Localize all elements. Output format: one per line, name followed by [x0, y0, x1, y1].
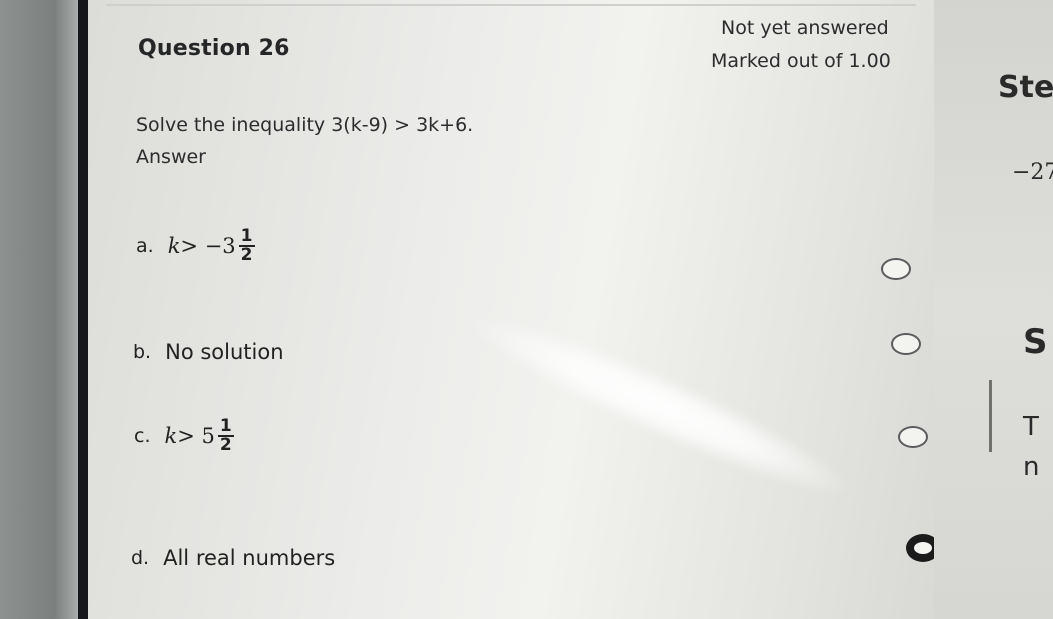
option-d[interactable]: d. All real numbers [131, 546, 335, 570]
option-b-radio[interactable] [891, 333, 921, 355]
question-card: Question 26 Not yet answered Marked out … [88, 0, 940, 619]
option-math: k > −3 1 2 [168, 228, 255, 264]
side-divider [989, 380, 992, 452]
option-b[interactable]: b. No solution [133, 340, 284, 364]
screen: Question 26 Not yet answered Marked out … [88, 0, 1053, 619]
question-status: Not yet answered [721, 17, 889, 39]
math-variable: k [164, 424, 178, 448]
option-math: k > 5 1 2 [165, 418, 234, 454]
option-letter: b. [133, 341, 152, 363]
option-text: All real numbers [163, 546, 336, 570]
card-top-divider [106, 4, 916, 6]
side-fragment-s: S [1023, 322, 1048, 362]
side-heading-fragment: Ste [998, 70, 1053, 105]
math-fraction: 1 2 [217, 418, 234, 455]
question-prompt: Solve the inequality 3(k-9) > 3k+6. [136, 114, 474, 136]
option-a-radio[interactable] [881, 258, 911, 280]
device-bezel [0, 0, 78, 619]
option-a[interactable]: a. k > −3 1 2 [136, 228, 255, 264]
side-value-fragment: −27 [1012, 160, 1053, 185]
option-text: No solution [165, 340, 284, 364]
side-fragment-n: n [1023, 452, 1040, 482]
option-letter: c. [134, 425, 151, 447]
screen-glare [455, 292, 864, 519]
screen-edge [78, 0, 88, 619]
answer-label: Answer [136, 146, 206, 168]
option-c[interactable]: c. k > 5 1 2 [134, 418, 234, 454]
option-c-radio[interactable] [898, 426, 928, 448]
option-letter: d. [131, 547, 150, 569]
option-letter: a. [136, 235, 154, 257]
math-relation: > −3 [180, 234, 236, 258]
side-fragment-t: T [1023, 412, 1039, 442]
math-relation: > 5 [177, 424, 215, 448]
math-variable: k [167, 234, 181, 258]
fraction-denominator: 2 [219, 435, 232, 455]
fraction-denominator: 2 [240, 245, 253, 265]
question-marks: Marked out of 1.00 [711, 50, 891, 72]
math-fraction: 1 2 [238, 228, 255, 265]
question-title: Question 26 [138, 36, 290, 61]
